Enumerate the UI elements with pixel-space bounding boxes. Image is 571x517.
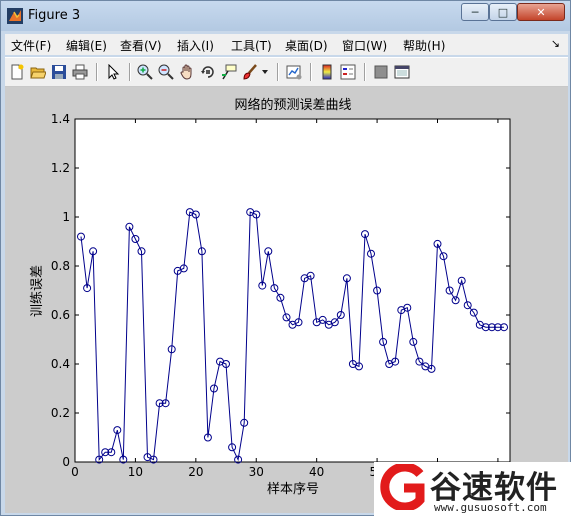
x-tick-label: 20	[188, 465, 203, 479]
show-plot-tools-icon[interactable]	[393, 63, 411, 81]
window-title: Figure 3	[28, 8, 81, 23]
close-icon: ✕	[536, 5, 546, 19]
link-plot-icon[interactable]	[285, 63, 303, 81]
axes-box	[74, 118, 511, 463]
minimize-icon: ─	[471, 5, 479, 19]
toolbar-separator	[310, 63, 312, 81]
x-tick-label: 30	[249, 465, 264, 479]
figure-canvas: 网络的预测误差曲线 样本序号 训练误差 01020304050607000.20…	[5, 87, 568, 513]
toolbar-separator	[364, 63, 366, 81]
maximize-button[interactable]: □	[489, 3, 517, 21]
save-icon[interactable]	[50, 63, 68, 81]
pointer-icon[interactable]	[104, 63, 122, 81]
menu-file[interactable]: 文件(F)	[11, 37, 51, 54]
chart-title: 网络的预测误差曲线	[234, 97, 351, 113]
watermark: 谷速软件 www.gusuosoft.com	[374, 462, 571, 516]
plot-area[interactable]: 网络的预测误差曲线 样本序号 训练误差 01020304050607000.20…	[5, 87, 568, 513]
hide-plot-tools-icon[interactable]	[372, 63, 390, 81]
rotate-3d-icon[interactable]	[199, 63, 217, 81]
menu-insert[interactable]: 插入(I)	[177, 37, 214, 54]
y-tick-label: 0	[62, 455, 70, 469]
menu-window[interactable]: 窗口(W)	[342, 37, 387, 54]
y-tick-label: 0.2	[51, 406, 70, 420]
menu-view[interactable]: 查看(V)	[120, 37, 162, 54]
menu-bar: 文件(F) 编辑(E) 查看(V) 插入(I) 工具(T) 桌面(D) 窗口(W…	[5, 34, 568, 55]
close-button[interactable]: ✕	[517, 3, 565, 21]
zoom-out-icon[interactable]	[157, 63, 175, 81]
new-figure-icon[interactable]	[8, 63, 26, 81]
pan-icon[interactable]	[178, 63, 196, 81]
brush-icon[interactable]	[241, 63, 259, 81]
menu-desktop[interactable]: 桌面(D)	[285, 37, 328, 54]
toolbar-separator	[96, 63, 98, 81]
minimize-button[interactable]: ─	[461, 3, 489, 21]
print-icon[interactable]	[71, 63, 89, 81]
zoom-in-icon[interactable]	[136, 63, 154, 81]
toolbar-separator	[277, 63, 279, 81]
x-tick-label: 40	[309, 465, 324, 479]
y-tick-label: 1.4	[51, 112, 70, 126]
figure-toolbar	[5, 57, 568, 87]
brush-dropdown-icon[interactable]	[260, 63, 270, 81]
menu-help[interactable]: 帮助(H)	[403, 37, 445, 54]
colorbar-icon[interactable]	[318, 63, 336, 81]
y-tick-label: 0.4	[51, 357, 70, 371]
toolbar-separator	[129, 63, 131, 81]
open-file-icon[interactable]	[29, 63, 47, 81]
watermark-url: www.gusuosoft.com	[434, 501, 547, 514]
menu-edit[interactable]: 编辑(E)	[66, 37, 107, 54]
maximize-icon: □	[497, 5, 509, 19]
dock-arrow-icon[interactable]: ↘	[551, 37, 560, 50]
brand-logo-icon	[380, 464, 425, 510]
x-axis-label: 样本序号	[267, 482, 319, 497]
x-tick-label: 0	[71, 465, 79, 479]
y-tick-label: 1.2	[51, 161, 70, 175]
matlab-icon	[7, 8, 23, 24]
y-tick-label: 0.6	[51, 308, 70, 322]
y-tick-label: 0.8	[51, 259, 70, 273]
y-tick-label: 1	[62, 210, 70, 224]
x-tick-label: 10	[128, 465, 143, 479]
legend-icon[interactable]	[339, 63, 357, 81]
menu-tools[interactable]: 工具(T)	[231, 37, 272, 54]
title-bar[interactable]: Figure 3 ─ □ ✕	[1, 1, 570, 31]
data-cursor-icon[interactable]	[220, 63, 238, 81]
y-axis-label: 训练误差	[30, 265, 45, 317]
figure-window: Figure 3 ─ □ ✕ 文件(F) 编辑(E) 查看(V) 插入(I) 工…	[0, 0, 571, 516]
